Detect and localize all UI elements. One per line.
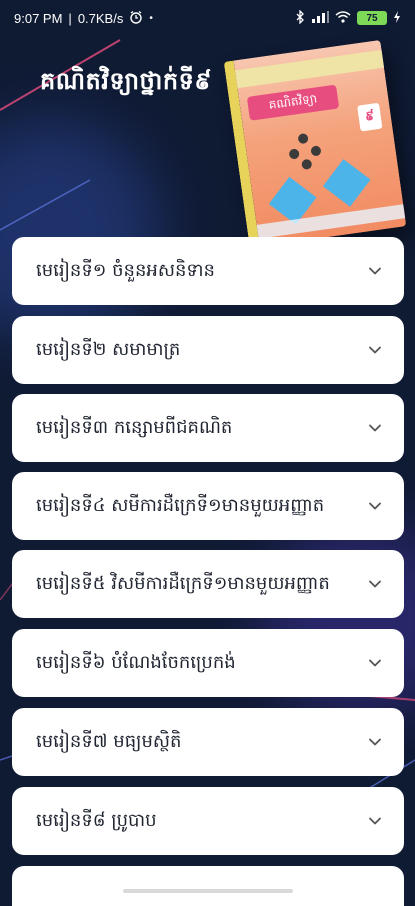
gesture-nav-bar[interactable]	[0, 882, 415, 900]
chevron-down-icon	[369, 424, 381, 432]
status-left: 9:07 PM | 0.7KB/s •	[14, 10, 153, 27]
lesson-label: មេរៀនទី៧ មធ្យមស្ថិតិ	[36, 730, 182, 752]
lesson-label: មេរៀនទី១ ចំនួនអសនិទាន	[36, 259, 215, 281]
chevron-down-icon	[369, 267, 381, 275]
lesson-item-5[interactable]: មេរៀនទី៥ វិសមីការដឺក្រេទី១មានមួយអញ្ញាត	[12, 550, 404, 618]
lesson-item-7[interactable]: មេរៀនទី៧ មធ្យមស្ថិតិ	[12, 708, 404, 776]
chevron-down-icon	[369, 502, 381, 510]
book-cover-grade: ៩	[357, 102, 383, 132]
alarm-icon	[129, 10, 143, 27]
wifi-icon	[335, 10, 351, 26]
lesson-label: មេរៀនទី៦ បំណែងចែកប្រេកង់	[36, 651, 236, 673]
lesson-label: មេរៀនទី៤ សមីការដឺក្រេទី១មានមួយអញ្ញាត	[36, 494, 325, 516]
bluetooth-icon	[295, 8, 305, 27]
status-separator: |	[68, 10, 72, 26]
status-time: 9:07 PM	[14, 10, 63, 26]
book-cover-shape	[322, 159, 371, 207]
charging-icon	[393, 10, 401, 26]
page-title: គណិតវិទ្យាថ្នាក់ទី៩	[40, 67, 212, 95]
chevron-down-icon	[369, 817, 381, 825]
chevron-down-icon	[369, 738, 381, 746]
lesson-item-4[interactable]: មេរៀនទី៤ សមីការដឺក្រេទី១មានមួយអញ្ញាត	[12, 472, 404, 540]
signal-icon	[311, 10, 329, 26]
lesson-item-6[interactable]: មេរៀនទី៦ បំណែងចែកប្រេកង់	[12, 629, 404, 697]
book-cover-band	[234, 49, 385, 89]
book-cover-image: គណិតវិទ្យា ៩	[223, 39, 407, 249]
lesson-item-1[interactable]: មេរៀនទី១ ចំនួនអសនិទាន	[12, 237, 404, 305]
lesson-label: មេរៀនទី៣ កន្សោមពីជគណិត	[36, 416, 233, 438]
lesson-item-8[interactable]: មេរៀនទី៨ ប្រូបាប	[12, 787, 404, 855]
book-cover-dots	[283, 131, 328, 172]
chevron-down-icon	[369, 580, 381, 588]
battery-icon: 75	[357, 11, 387, 25]
status-right: 75	[295, 8, 401, 27]
lesson-label: មេរៀនទី៨ ប្រូបាប	[36, 809, 157, 831]
chevron-down-icon	[369, 346, 381, 354]
lesson-item-2[interactable]: មេរៀនទី២ សមាមាត្រ	[12, 316, 404, 384]
status-network-speed: 0.7KB/s	[77, 10, 124, 26]
status-bar: 9:07 PM | 0.7KB/s • 75	[0, 0, 415, 36]
home-handle[interactable]	[122, 889, 293, 893]
chevron-down-icon	[369, 659, 381, 667]
lesson-item-3[interactable]: មេរៀនទី៣ កន្សោមពីជគណិត	[12, 394, 404, 462]
book-cover-title: គណិតវិទ្យា	[246, 84, 340, 121]
lesson-label: មេរៀនទី៥ វិសមីការដឺក្រេទី១មានមួយអញ្ញាត	[36, 572, 330, 594]
notification-dot-icon: •	[149, 12, 153, 24]
header: គណិតវិទ្យាថ្នាក់ទី៩ គណិតវិទ្យា ៩	[0, 36, 415, 249]
lesson-label: មេរៀនទី២ សមាមាត្រ	[36, 338, 181, 360]
